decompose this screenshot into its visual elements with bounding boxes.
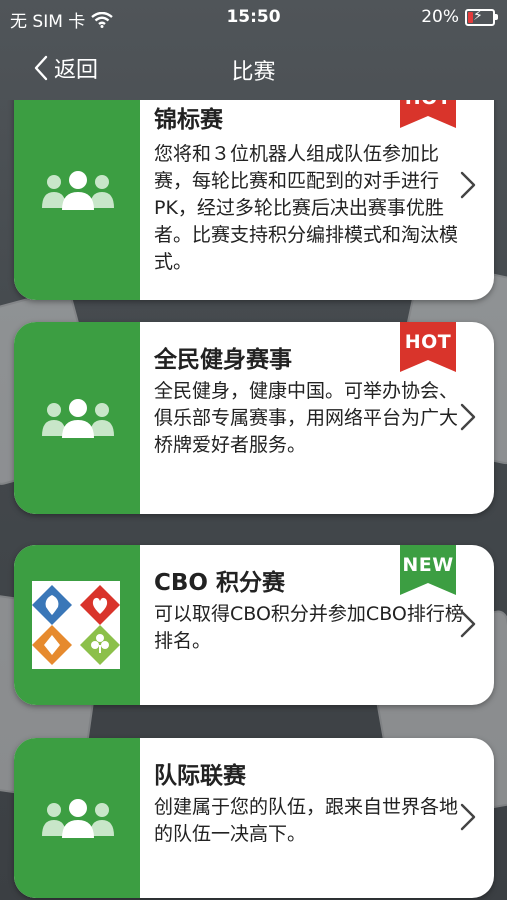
item-description: 创建属于您的队伍，跟来自世界各地的队伍一决高下。 bbox=[154, 796, 459, 845]
chevron-right-icon bbox=[460, 171, 476, 199]
hot-badge: HOT bbox=[400, 322, 456, 380]
competition-list: 锦标赛 您将和３位机器人组成队伍参加比赛，每轮比赛和匹配到的对手进行PK，经过多… bbox=[0, 100, 507, 900]
item-title: 队际联赛 bbox=[154, 763, 246, 789]
item-description: 可以取得CBO积分并参加CBO排行榜排名。 bbox=[154, 603, 464, 652]
people-icon bbox=[42, 399, 114, 438]
item-side-panel bbox=[14, 322, 140, 514]
navigation-bar: 返回 比赛 bbox=[0, 36, 507, 100]
list-item-championship[interactable]: 锦标赛 您将和３位机器人组成队伍参加比赛，每轮比赛和匹配到的对手进行PK，经过多… bbox=[14, 100, 494, 300]
people-icon bbox=[42, 799, 114, 838]
status-bar: 无 SIM 卡 15:50 20% ⚡ bbox=[0, 0, 507, 36]
item-description: 您将和３位机器人组成队伍参加比赛，每轮比赛和匹配到的对手进行PK，经过多轮比赛后… bbox=[154, 143, 459, 273]
cbo-logo-icon bbox=[32, 581, 120, 669]
chevron-right-icon bbox=[460, 803, 476, 831]
people-icon bbox=[42, 171, 114, 210]
item-title: 锦标赛 bbox=[154, 107, 223, 133]
list-item-national-fitness[interactable]: 全民健身赛事 全民健身，健康中国。可举办协会、俱乐部专属赛事，用网络平台为广大桥… bbox=[14, 322, 494, 514]
item-side-panel bbox=[14, 100, 140, 300]
page-title: 比赛 bbox=[231, 60, 276, 85]
item-side-panel bbox=[14, 738, 140, 898]
list-item-team-league[interactable]: 队际联赛 创建属于您的队伍，跟来自世界各地的队伍一决高下。 bbox=[14, 738, 494, 898]
list-item-cbo-points[interactable]: CBO 积分赛 可以取得CBO积分并参加CBO排行榜排名。 NEW bbox=[14, 545, 494, 705]
item-description: 全民健身，健康中国。可举办协会、俱乐部专属赛事，用网络平台为广大桥牌爱好者服务。 bbox=[154, 380, 459, 456]
new-badge: NEW bbox=[400, 545, 456, 603]
item-title: CBO 积分赛 bbox=[154, 570, 285, 596]
battery-percent: 20% bbox=[421, 7, 459, 27]
chevron-right-icon bbox=[460, 610, 476, 638]
battery-charging-icon: ⚡ bbox=[465, 8, 498, 26]
item-side-panel bbox=[14, 545, 140, 705]
hot-badge: HOT bbox=[400, 100, 456, 136]
chevron-right-icon bbox=[460, 403, 476, 431]
item-title: 全民健身赛事 bbox=[154, 347, 292, 373]
